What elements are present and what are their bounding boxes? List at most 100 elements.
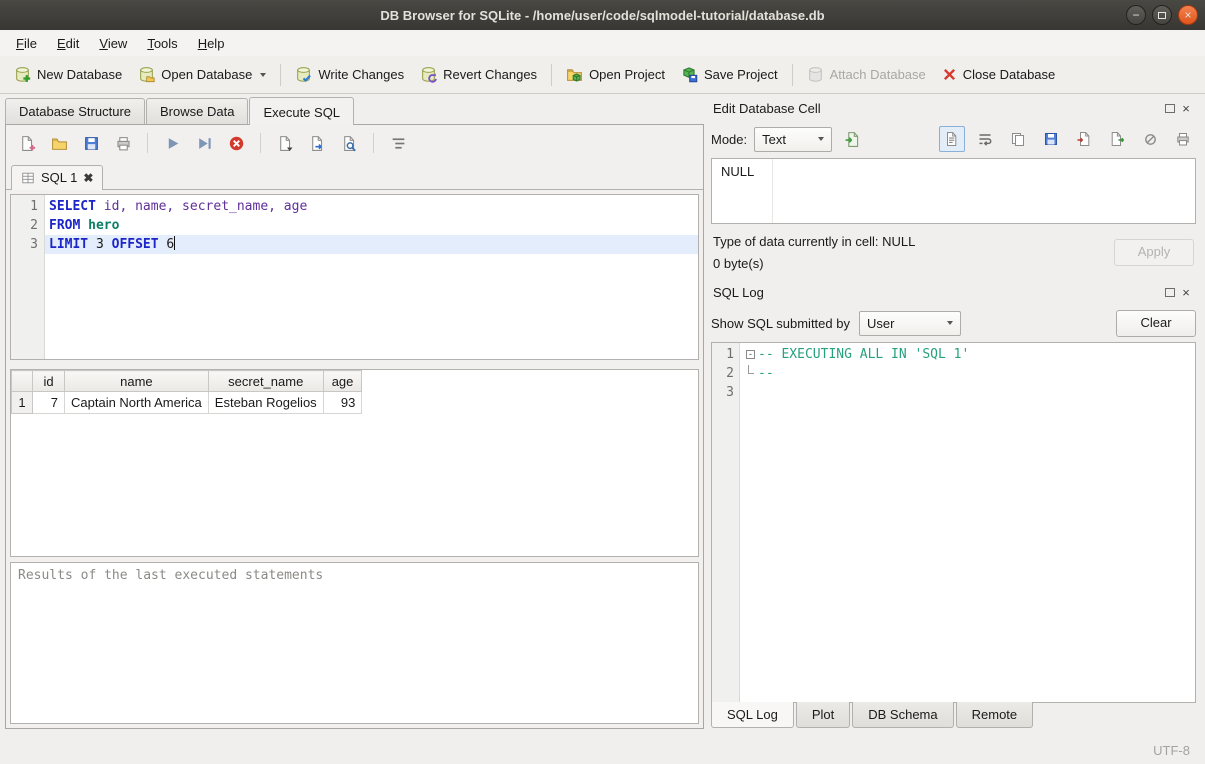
close-window-button[interactable]: × <box>1178 5 1198 25</box>
find-replace-button[interactable] <box>336 130 362 156</box>
table-cell[interactable]: 93 <box>323 392 362 414</box>
new-sql-tab-button[interactable] <box>14 130 40 156</box>
close-dock-button[interactable]: × <box>1178 284 1194 300</box>
stop-execution-button[interactable] <box>223 130 249 156</box>
sql-editor[interactable]: 123 SELECT id, name, secret_name, ageFRO… <box>10 194 699 360</box>
tab-database-structure[interactable]: Database Structure <box>5 98 145 124</box>
open-project-icon <box>566 66 583 83</box>
tab-plot[interactable]: Plot <box>796 702 850 728</box>
table-cell[interactable]: Captain North America <box>65 392 209 414</box>
menu-help[interactable]: Help <box>188 32 235 55</box>
export-results-button[interactable] <box>304 130 330 156</box>
fold-collapse-icon[interactable]: - <box>743 345 758 364</box>
import-cell-button[interactable] <box>1071 126 1097 152</box>
code-line[interactable]: LIMIT 3 OFFSET 6 <box>45 235 698 254</box>
table-row[interactable]: 17Captain North AmericaEsteban Rogelios9… <box>12 392 362 414</box>
edit-cell-dock-header: Edit Database Cell × <box>711 96 1196 120</box>
save-sql-file-button[interactable] <box>78 130 104 156</box>
cell-editor[interactable]: NULL <box>711 158 1196 224</box>
table-cell[interactable]: 7 <box>33 392 65 414</box>
format-sql-button[interactable] <box>385 130 411 156</box>
cell-type-info: Type of data currently in cell: NULL <box>713 234 1114 249</box>
set-null-button[interactable] <box>1137 126 1163 152</box>
apply-button[interactable]: Apply <box>1114 239 1194 266</box>
sql-code-lines[interactable]: SELECT id, name, secret_name, ageFROM he… <box>45 195 698 359</box>
minimize-button[interactable]: − <box>1126 5 1146 25</box>
close-database-button[interactable]: Close Database <box>934 62 1064 87</box>
code-line[interactable]: FROM hero <box>45 216 698 235</box>
window-controls: − × <box>1126 5 1198 25</box>
menubar: FileEditViewToolsHelp <box>0 30 1205 56</box>
float-dock-button[interactable] <box>1162 284 1178 300</box>
text-caret <box>174 236 175 250</box>
titlebar[interactable]: DB Browser for SQLite - /home/user/code/… <box>0 0 1205 30</box>
log-lines: --- EXECUTING ALL IN 'SQL 1'-- <box>740 343 1195 702</box>
column-header-age[interactable]: age <box>323 371 362 392</box>
execute-line-button[interactable] <box>191 130 217 156</box>
tab-execute-sql[interactable]: Execute SQL <box>249 97 354 125</box>
save-project-button[interactable]: Save Project <box>673 61 786 88</box>
copy-icon <box>1010 131 1026 147</box>
print-cell-button[interactable] <box>1170 126 1196 152</box>
sql-tab[interactable]: SQL 1 ✖ <box>11 165 103 190</box>
results-grid[interactable]: idnamesecret_nameage 17Captain North Ame… <box>10 369 699 557</box>
import-data-button[interactable] <box>839 126 865 152</box>
tab-sql-log[interactable]: SQL Log <box>711 702 794 728</box>
table-cell[interactable]: Esteban Rogelios <box>208 392 323 414</box>
close-database-icon <box>942 67 957 82</box>
minimize-icon: − <box>1132 9 1139 21</box>
menu-file[interactable]: File <box>6 32 47 55</box>
write-changes-button[interactable]: Write Changes <box>287 61 412 88</box>
app-window: DB Browser for SQLite - /home/user/code/… <box>0 0 1205 764</box>
sql-log-dock-header: SQL Log × <box>711 280 1196 304</box>
tab-db-schema[interactable]: DB Schema <box>852 702 953 728</box>
new-database-button[interactable]: New Database <box>6 61 130 88</box>
import-cell-icon <box>1076 131 1092 147</box>
close-tab-icon[interactable]: ✖ <box>83 171 93 185</box>
code-line[interactable]: SELECT id, name, secret_name, age <box>45 197 698 216</box>
cell-info-texts: Type of data currently in cell: NULL 0 b… <box>713 234 1114 271</box>
clear-button[interactable]: Clear <box>1116 310 1196 337</box>
open-database-button[interactable]: Open Database <box>130 61 274 88</box>
print-sql-button[interactable] <box>110 130 136 156</box>
copy-cell-button[interactable] <box>1005 126 1031 152</box>
execute-all-button[interactable] <box>159 130 185 156</box>
open-tab-dropdown-button[interactable] <box>272 130 298 156</box>
mode-select[interactable]: Text <box>754 127 832 152</box>
tab-browse-data[interactable]: Browse Data <box>146 98 248 124</box>
revert-changes-button[interactable]: Revert Changes <box>412 61 545 88</box>
open-project-button[interactable]: Open Project <box>558 61 673 88</box>
float-dock-button[interactable] <box>1162 100 1178 116</box>
open-database-icon <box>138 66 155 83</box>
menu-edit[interactable]: Edit <box>47 32 89 55</box>
tab-remote[interactable]: Remote <box>956 702 1034 728</box>
open-sql-file-button[interactable] <box>46 130 72 156</box>
fold-guide <box>743 383 758 402</box>
results-message: Results of the last executed statements <box>18 568 323 583</box>
save-cell-button[interactable] <box>1038 126 1064 152</box>
row-header[interactable]: 1 <box>12 392 33 414</box>
corner-header[interactable] <box>12 371 33 392</box>
find-replace-icon <box>341 135 358 152</box>
close-dock-button[interactable]: × <box>1178 100 1194 116</box>
main-toolbar: New Database Open Database Write Changes… <box>0 56 1205 94</box>
menu-view[interactable]: View <box>89 32 137 55</box>
menu-tools[interactable]: Tools <box>137 32 187 55</box>
new-database-label: New Database <box>37 67 122 82</box>
maximize-button[interactable] <box>1152 5 1172 25</box>
cell-info: Type of data currently in cell: NULL 0 b… <box>711 224 1196 280</box>
column-header-name[interactable]: name <box>65 371 209 392</box>
sql-log-view[interactable]: 123 --- EXECUTING ALL IN 'SQL 1'-- <box>711 342 1196 703</box>
text-view-button[interactable] <box>939 126 965 152</box>
stop-icon <box>228 135 245 152</box>
column-header-secret_name[interactable]: secret_name <box>208 371 323 392</box>
export-cell-button[interactable] <box>1104 126 1130 152</box>
column-header-id[interactable]: id <box>33 371 65 392</box>
export-results-icon <box>309 135 326 152</box>
open-sql-file-icon <box>51 135 68 152</box>
cell-toolbar <box>939 126 1196 152</box>
log-filter-select[interactable]: User <box>859 311 961 336</box>
word-wrap-button[interactable] <box>972 126 998 152</box>
open-database-dropdown-icon[interactable] <box>260 73 266 77</box>
encoding-indicator[interactable]: UTF-8 <box>1153 743 1190 758</box>
